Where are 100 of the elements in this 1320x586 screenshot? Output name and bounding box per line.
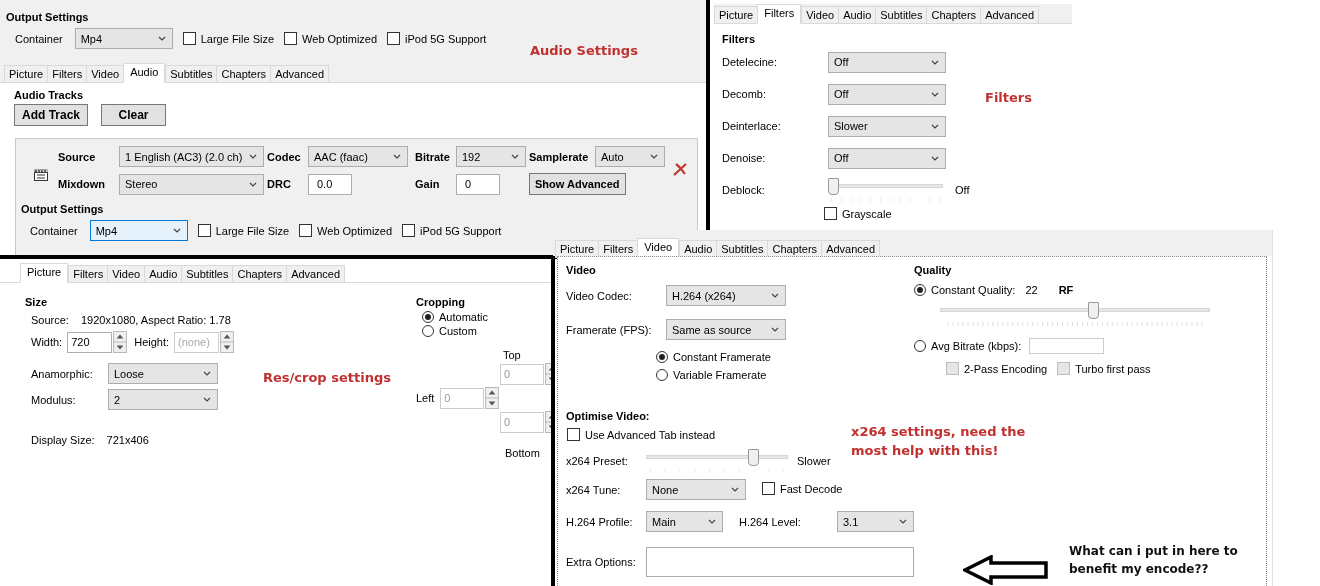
slider-thumb[interactable] xyxy=(1087,302,1099,319)
tab[interactable]: Filters xyxy=(68,265,108,283)
radio-button[interactable] xyxy=(656,351,668,363)
checkbox-label: iPod 5G Support xyxy=(420,224,502,237)
field-label: Container xyxy=(15,32,63,45)
checkbox[interactable] xyxy=(387,32,401,45)
tab[interactable]: Picture xyxy=(4,65,48,83)
chevron-icon xyxy=(771,327,779,332)
tab[interactable]: Video xyxy=(801,6,839,24)
delete-icon[interactable] xyxy=(672,162,688,176)
toolbar-button[interactable]: Clear xyxy=(101,104,167,126)
number-field[interactable]: 720 xyxy=(67,331,113,353)
dropdown[interactable]: Stereo xyxy=(119,173,264,195)
dropdown[interactable]: Off xyxy=(828,147,946,169)
checkbox-label: Web Optimized xyxy=(317,224,393,237)
dropdown[interactable]: Slower xyxy=(828,115,946,137)
dropdown[interactable]: 192 xyxy=(456,146,526,167)
tab[interactable]: Subtitles xyxy=(165,65,217,83)
dropdown[interactable]: 2 xyxy=(108,389,218,410)
chevron-icon xyxy=(731,487,739,492)
dropdown[interactable]: Mp4 xyxy=(74,28,173,49)
slider-value: Off xyxy=(955,184,970,196)
dropdown[interactable]: 1 English (AC3) (2.0 ch) xyxy=(119,146,264,167)
checkbox[interactable] xyxy=(824,207,837,220)
dropdown[interactable]: Loose xyxy=(108,363,218,384)
dropdown[interactable]: H.264 (x264) xyxy=(666,285,786,306)
tab[interactable]: Audio xyxy=(123,63,166,83)
tab[interactable]: Video xyxy=(86,65,124,83)
annotation: Audio Settings xyxy=(530,43,638,58)
quality-unit: RF xyxy=(1058,284,1074,296)
slider-thumb[interactable] xyxy=(748,449,760,466)
dropdown[interactable]: 3.1 xyxy=(837,511,914,532)
tab[interactable]: Subtitles xyxy=(875,6,927,24)
input-field[interactable] xyxy=(646,547,914,577)
tab[interactable]: Filters xyxy=(47,65,87,83)
radio-button[interactable] xyxy=(422,325,434,337)
tab[interactable]: Chapters xyxy=(926,6,981,24)
checkbox[interactable] xyxy=(299,224,313,237)
checkbox[interactable] xyxy=(567,428,580,441)
radio-button[interactable] xyxy=(422,311,434,323)
field-label: Denoise: xyxy=(722,152,767,164)
slider-thumb[interactable] xyxy=(828,178,839,195)
dropdown[interactable]: None xyxy=(646,479,746,500)
dropdown[interactable]: Same as source xyxy=(666,319,786,340)
field-label: Gain xyxy=(415,178,441,190)
section-title: Quality xyxy=(914,264,953,276)
checkbox[interactable] xyxy=(762,482,775,495)
input-field[interactable]: 0 xyxy=(456,173,500,195)
tab[interactable]: Chapters xyxy=(232,265,287,283)
tab[interactable]: Chapters xyxy=(216,65,271,83)
tab[interactable]: Video xyxy=(107,265,145,283)
field-value: 1920x1080, Aspect Ratio: 1.78 xyxy=(80,314,231,326)
chevron-icon xyxy=(511,154,519,159)
field-label: H.264 Profile: xyxy=(566,515,634,528)
input-field[interactable] xyxy=(1029,338,1105,354)
dropdown[interactable]: Off xyxy=(828,51,946,73)
dropdown[interactable]: Main xyxy=(646,511,723,532)
tab[interactable]: Subtitles xyxy=(181,265,233,283)
field-label: Deinterlace: xyxy=(722,120,782,132)
tab[interactable]: Advanced xyxy=(270,65,330,83)
chevron-icon xyxy=(931,123,939,129)
tab[interactable]: Video xyxy=(637,238,680,258)
tab[interactable]: Picture xyxy=(20,263,69,283)
radio-button[interactable] xyxy=(914,284,926,296)
section-title: Output Settings xyxy=(21,203,105,215)
number-field[interactable]: (none) xyxy=(174,331,220,353)
spin-arrows-icon[interactable] xyxy=(219,331,236,353)
radio-button[interactable] xyxy=(656,369,668,381)
input-field[interactable]: 0.0 xyxy=(308,173,352,195)
section-title: Optimise Video: xyxy=(566,410,651,422)
field-label: Display Size: xyxy=(31,434,95,446)
radio-button[interactable] xyxy=(914,340,926,352)
dropdown[interactable]: Auto xyxy=(595,146,665,167)
field-label: Codec xyxy=(267,150,302,163)
tab[interactable]: Filters xyxy=(757,4,802,24)
checkbox-label: Large File Size xyxy=(200,32,275,45)
field-label: Top xyxy=(503,349,522,361)
checkbox-label: Web Optimized xyxy=(302,32,378,45)
show-advanced-button[interactable]: Show Advanced xyxy=(529,173,626,195)
checkbox[interactable] xyxy=(402,224,416,237)
radio-label: Automatic xyxy=(439,311,488,323)
chevron-icon xyxy=(203,371,211,376)
dropdown[interactable]: Off xyxy=(828,83,946,105)
spin-arrows-icon[interactable] xyxy=(484,387,501,409)
tab[interactable]: Audio xyxy=(144,265,182,283)
tab[interactable]: Advanced xyxy=(286,265,346,283)
checkbox[interactable] xyxy=(197,224,211,237)
spin-arrows-icon[interactable] xyxy=(112,331,129,353)
checkbox-label: Grayscale xyxy=(842,207,892,220)
checkbox[interactable] xyxy=(182,32,196,45)
chevron-icon xyxy=(249,154,257,159)
dropdown[interactable]: Mp4 xyxy=(89,220,188,241)
checkbox[interactable] xyxy=(284,32,298,45)
toolbar-button[interactable]: Add Track xyxy=(14,104,89,126)
tab[interactable]: Audio xyxy=(838,6,876,24)
tab[interactable]: Advanced xyxy=(980,6,1040,24)
section-title: Size xyxy=(25,296,48,308)
dropdown[interactable]: AAC (faac) xyxy=(308,146,408,167)
callout-text: What can i put in here to benefit my encode?? xyxy=(1069,543,1239,578)
tab[interactable]: Picture xyxy=(714,6,758,24)
